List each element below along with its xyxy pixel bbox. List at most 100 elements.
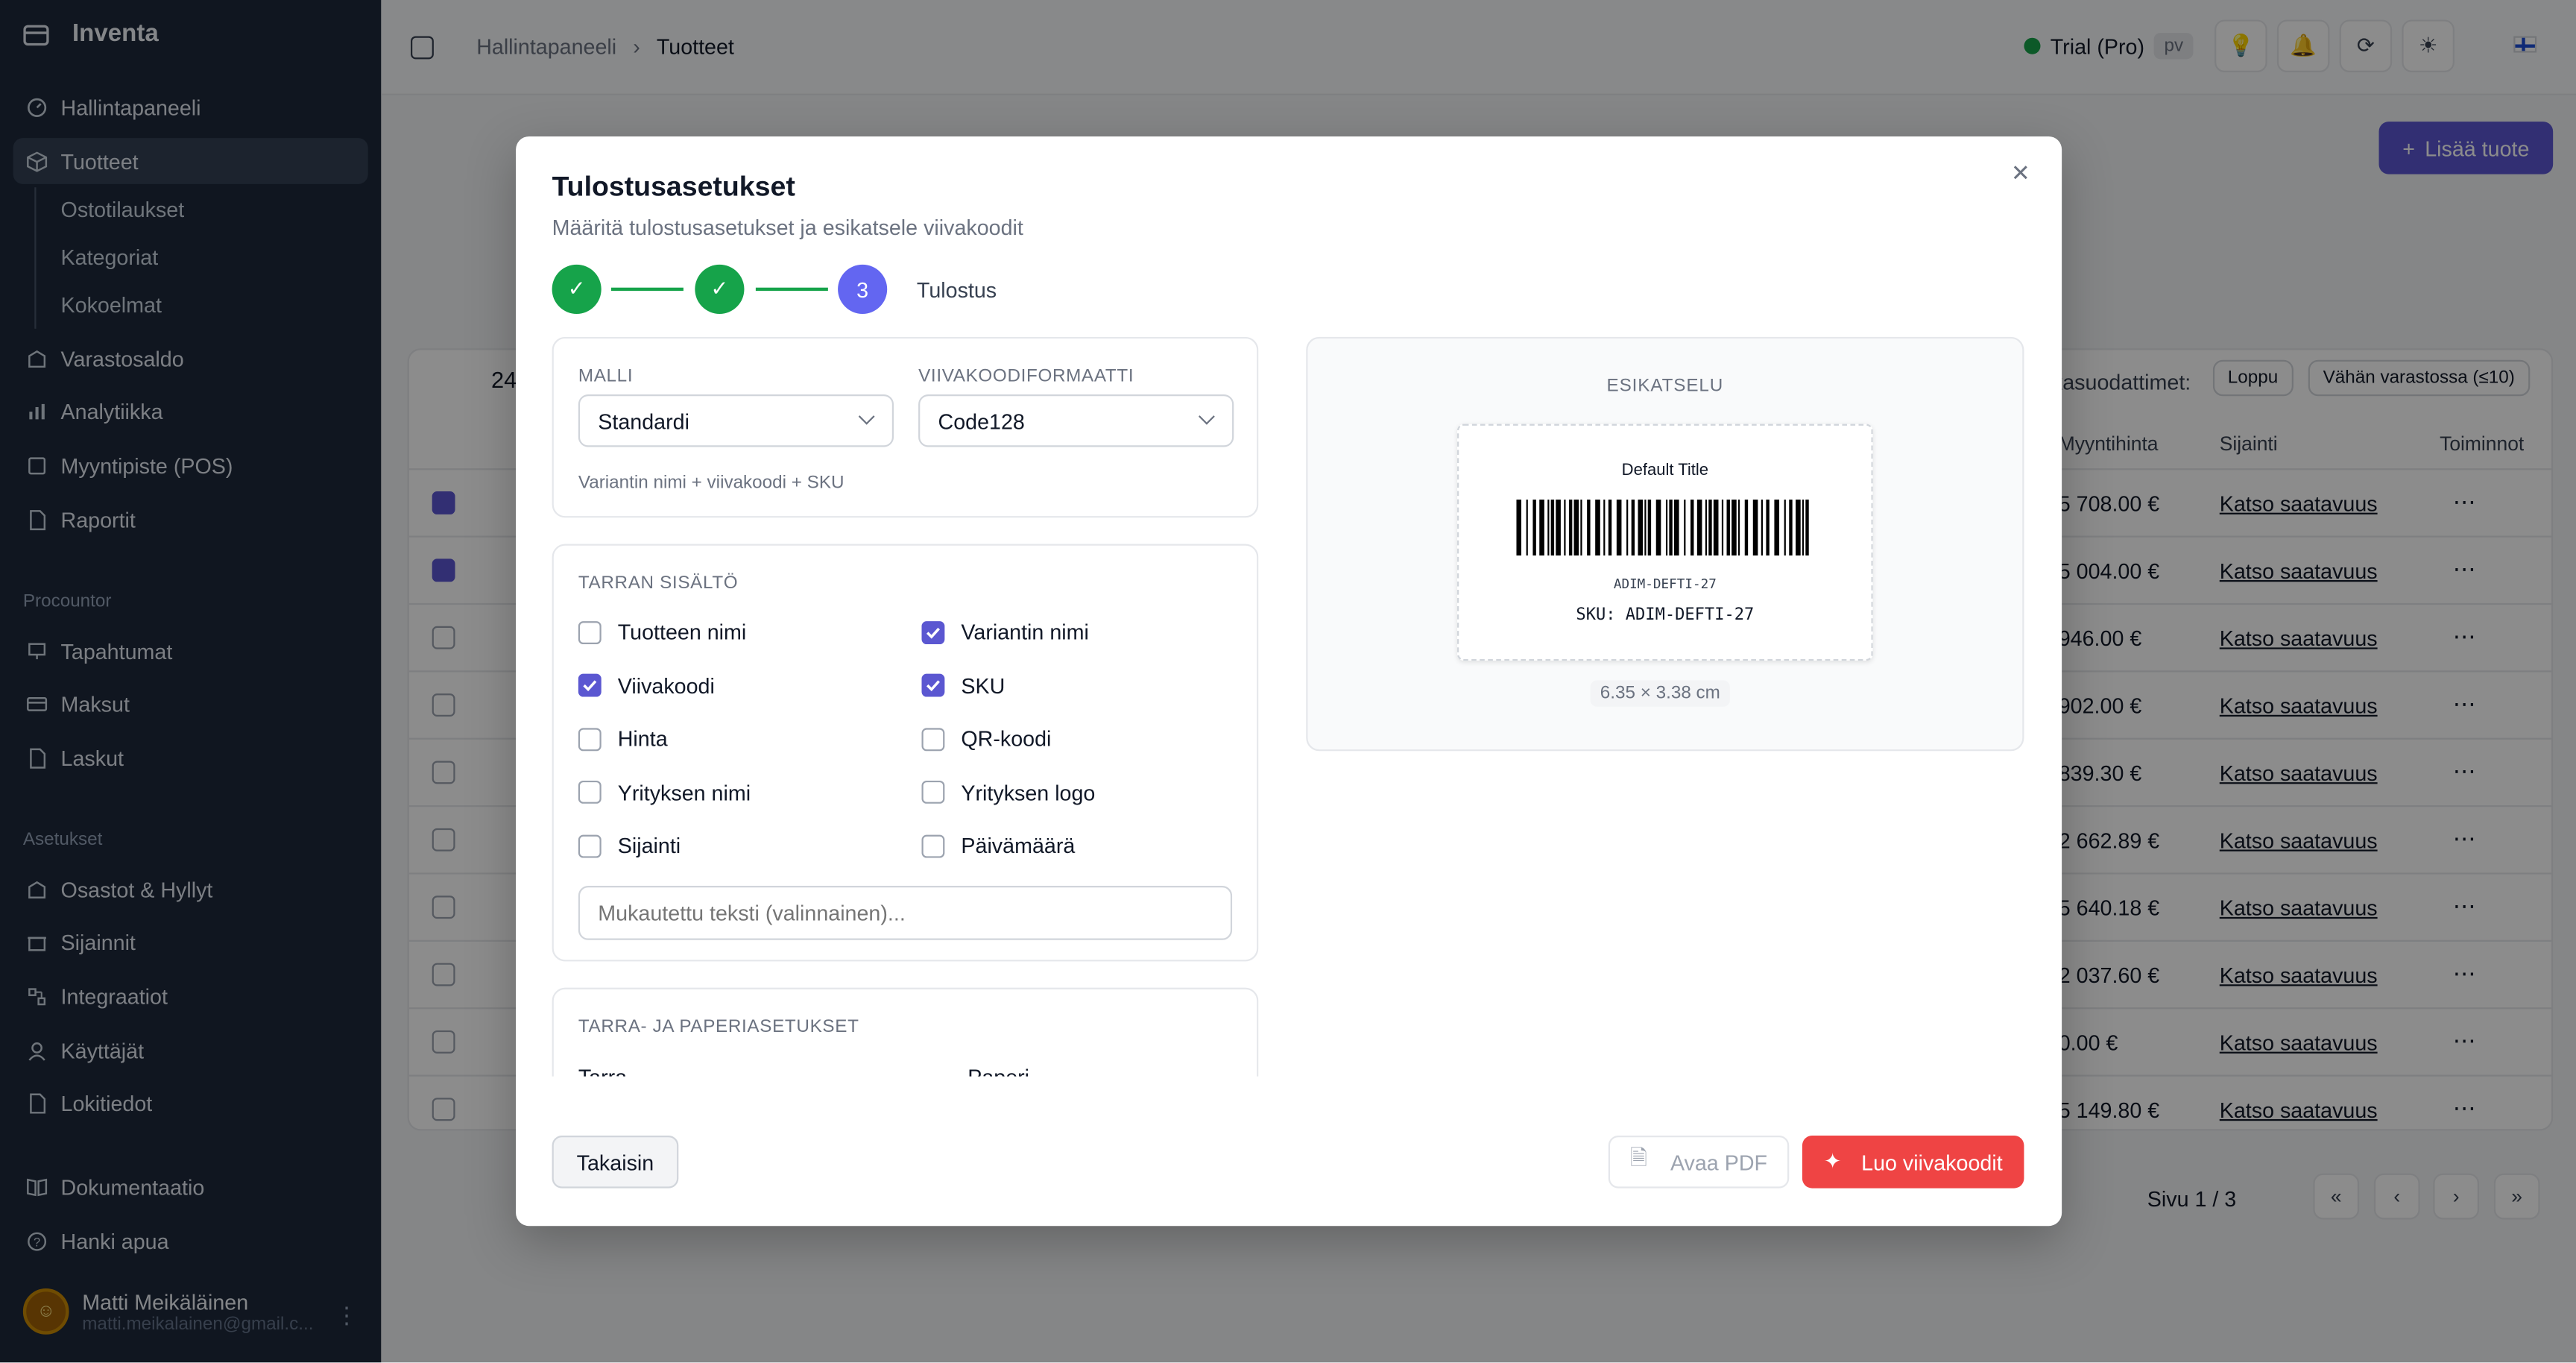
template-label: MALLI (578, 366, 634, 386)
content-label: TARRAN SISÄLTÖ (578, 573, 739, 594)
step-2-done: ✓ (695, 264, 745, 314)
content-option[interactable]: Yrityksen logo (921, 780, 1095, 805)
content-option-label: Hinta (617, 726, 668, 752)
app-root: Inventa Hallintapaneeli Tuotteet Ostotil… (0, 0, 2576, 1363)
content-option-label: Viivakoodi (617, 673, 715, 698)
barcode-bar (1684, 500, 1686, 555)
create-barcodes-button[interactable]: ✦ Luo viivakoodit (1802, 1136, 2024, 1189)
checkbox-empty-icon[interactable] (921, 834, 945, 858)
barcode-bar (1631, 500, 1635, 555)
barcode-bar (1526, 500, 1528, 555)
content-option[interactable]: Viivakoodi (578, 673, 715, 698)
checkbox-empty-icon[interactable] (921, 781, 945, 805)
barcode-bar (1744, 500, 1749, 555)
barcode-bar (1796, 500, 1801, 555)
content-option-label: Tuotteen nimi (617, 619, 747, 645)
barcode-bar (1587, 500, 1591, 555)
barcode-bar (1595, 500, 1600, 555)
content-option[interactable]: Variantin nimi (921, 620, 1089, 644)
checkbox-checked-icon[interactable] (921, 673, 945, 697)
content-option[interactable]: QR-koodi (921, 726, 1052, 752)
barcode-bar (1556, 500, 1561, 555)
open-pdf-label: Avaa PDF (1670, 1149, 1768, 1174)
checkbox-empty-icon[interactable] (578, 620, 602, 643)
step-1-done: ✓ (552, 264, 602, 314)
chevron-down-icon (1199, 408, 1215, 425)
step-connector (755, 287, 828, 292)
template-value: Standardi (598, 408, 689, 433)
label-preview: Default Title ADIM-DEFTI-27 SKU: ADIM-DE… (1457, 424, 1873, 661)
barcode-bar (1805, 500, 1809, 555)
settings-scroll-area[interactable]: MALLI VIIVAKOODIFORMAATTI Standardi Code… (552, 336, 1259, 1077)
format-select[interactable]: Code128 (918, 394, 1234, 447)
barcode-bar (1564, 500, 1566, 555)
barcode-bar (1784, 500, 1786, 555)
step-3-current: 3 (838, 264, 888, 314)
label-size-heading: Tarra (578, 1065, 627, 1076)
barcode-bar (1721, 500, 1724, 555)
template-hint: Variantin nimi + viivakoodi + SKU (578, 473, 845, 494)
content-option[interactable]: Hinta (578, 727, 668, 752)
label-title: Default Title (1621, 462, 1709, 480)
content-option-label: Sijainti (617, 834, 681, 859)
checkbox-empty-icon[interactable] (578, 727, 602, 751)
barcode-bar (1580, 500, 1582, 555)
barcode-bar (1726, 500, 1730, 555)
barcode-bar (1616, 500, 1622, 555)
barcode-bar (1731, 500, 1737, 555)
checkbox-empty-icon[interactable] (921, 727, 945, 751)
content-option[interactable]: Sijainti (578, 834, 681, 858)
content-option[interactable]: Yrityksen nimi (578, 780, 751, 805)
barcode-bar (1568, 500, 1573, 555)
paper-label: TARRA- JA PAPERIASETUKSET (578, 1017, 859, 1037)
content-option[interactable]: SKU (921, 673, 1005, 698)
checkbox-checked-icon[interactable] (921, 620, 945, 643)
barcode-bar (1690, 500, 1694, 555)
content-option[interactable]: Tuotteen nimi (578, 620, 746, 644)
barcode-image (1516, 500, 1809, 555)
barcode-bar (1696, 500, 1702, 555)
barcode-bar (1539, 500, 1544, 555)
format-label: VIIVAKOODIFORMAATTI (918, 366, 1134, 386)
sku-text: SKU: ADIM-DEFTI-27 (1576, 606, 1755, 625)
label-size: 6.35 × 3.38 cm (1590, 680, 1731, 707)
barcode-bar (1774, 500, 1780, 555)
barcode-bar (1789, 500, 1793, 555)
barcode-bar (1603, 500, 1606, 555)
barcode-bar (1705, 500, 1708, 555)
preview-title: ESIKATSELU (1606, 376, 1724, 397)
barcode-bar (1802, 500, 1805, 555)
format-value: Code128 (938, 408, 1025, 433)
check-icon: ✓ (710, 276, 729, 301)
file-icon: 🗎 (1630, 1145, 1648, 1171)
preview-panel: ESIKATSELU Default Title ADIM-DEFTI-27 S… (1306, 336, 2024, 752)
dialog-title: Tulostusasetukset (552, 171, 795, 203)
custom-text-input[interactable] (578, 886, 1233, 940)
label-content-card: TARRAN SISÄLTÖ Tuotteen nimi Variantin ni… (552, 544, 1259, 962)
content-option-label: Yrityksen nimi (617, 780, 751, 805)
barcode-bar (1573, 500, 1579, 555)
back-button[interactable]: Takaisin (552, 1136, 679, 1189)
open-pdf-button[interactable]: 🗎 Avaa PDF (1608, 1136, 1790, 1189)
barcode-bar (1638, 500, 1644, 555)
barcode-bar (1713, 500, 1719, 555)
barcode-bar (1626, 500, 1629, 555)
barcode-bar (1761, 500, 1763, 555)
content-option[interactable]: Päivämäärä (921, 834, 1075, 858)
barcode-bar (1547, 500, 1550, 555)
barcode-bar (1673, 500, 1679, 555)
barcode-bar (1532, 500, 1536, 555)
close-icon[interactable]: ✕ (2011, 160, 2030, 187)
barcode-bar (1647, 500, 1652, 555)
barcode-bar (1708, 500, 1712, 555)
checkbox-checked-icon[interactable] (578, 673, 602, 697)
template-card: MALLI VIIVAKOODIFORMAATTI Standardi Code… (552, 336, 1259, 518)
barcode-bar (1655, 500, 1661, 555)
barcode-bar (1737, 500, 1740, 555)
barcode-bar (1665, 500, 1668, 555)
content-option-label: QR-koodi (961, 726, 1052, 752)
template-select[interactable]: Standardi (578, 394, 894, 447)
checkbox-empty-icon[interactable] (578, 834, 602, 858)
checkbox-empty-icon[interactable] (578, 781, 602, 805)
chevron-down-icon (858, 408, 875, 425)
